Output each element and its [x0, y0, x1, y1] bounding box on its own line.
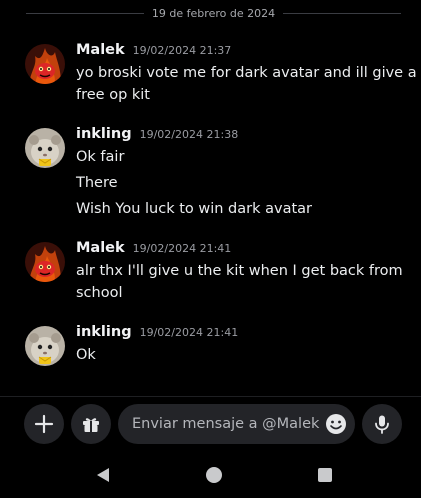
message-text: free op kit — [76, 87, 150, 103]
microphone-icon — [375, 415, 389, 434]
composer-separator — [0, 396, 421, 397]
avatar-malek[interactable] — [25, 242, 65, 282]
message-text: Ok — [76, 347, 96, 363]
hamster-avatar-icon — [25, 128, 65, 168]
plus-icon — [34, 414, 54, 434]
add-attachment-button[interactable] — [24, 404, 64, 444]
message-body: alr thx I'll give u the kit when I get b… — [76, 260, 403, 304]
message-text: Wish You luck to win dark avatar — [76, 201, 312, 217]
message-header: inkling 19/02/2024 21:41 — [76, 324, 238, 342]
username[interactable]: Malek — [76, 240, 125, 256]
emoji-button[interactable] — [325, 413, 347, 435]
avatar-malek[interactable] — [25, 44, 65, 84]
emoji-icon — [326, 414, 346, 434]
recents-square-icon — [318, 468, 332, 482]
message-text: school — [76, 285, 123, 301]
message-timestamp: 19/02/2024 21:41 — [132, 242, 232, 255]
username[interactable]: Malek — [76, 42, 125, 58]
divider-line-right — [283, 12, 402, 14]
message-header: Malek 19/02/2024 21:41 — [76, 240, 231, 258]
message-body: Ok fair There Wish You luck to win dark … — [76, 146, 401, 220]
message-header: inkling 19/02/2024 21:38 — [76, 126, 238, 144]
hamster-avatar-icon — [25, 326, 65, 366]
username[interactable]: inkling — [76, 126, 132, 142]
back-triangle-icon — [97, 468, 109, 482]
username[interactable]: inkling — [76, 324, 132, 340]
fire-creature-avatar-icon — [25, 242, 65, 282]
message-timestamp: 19/02/2024 21:37 — [132, 44, 232, 57]
message-timestamp: 19/02/2024 21:41 — [139, 326, 239, 339]
nav-back-button[interactable] — [91, 466, 115, 484]
message-body: yo broski vote me for dark avatar and il… — [76, 62, 417, 106]
message-timestamp: 19/02/2024 21:38 — [139, 128, 239, 141]
message-input[interactable]: Enviar mensaje a @Malek — [118, 404, 355, 444]
voice-message-button[interactable] — [362, 404, 402, 444]
message-text: Ok fair — [76, 149, 125, 165]
nav-recents-button[interactable] — [313, 466, 337, 484]
message-header: Malek 19/02/2024 21:37 — [76, 42, 231, 60]
avatar-inkling[interactable] — [25, 128, 65, 168]
avatar-inkling[interactable] — [25, 326, 65, 366]
message-text: yo broski vote me for dark avatar and il… — [76, 65, 417, 81]
message-input-placeholder: Enviar mensaje a @Malek — [132, 416, 320, 432]
message-body: Ok — [76, 344, 401, 366]
date-divider-label: 19 de febrero de 2024 — [151, 6, 276, 20]
gift-icon — [83, 418, 99, 432]
fire-creature-avatar-icon — [25, 44, 65, 84]
date-divider: 19 de febrero de 2024 — [26, 4, 402, 22]
message-text: There — [76, 175, 118, 191]
gift-button[interactable] — [71, 404, 111, 444]
home-circle-icon — [206, 467, 222, 483]
nav-home-button[interactable] — [202, 466, 226, 484]
divider-line-left — [26, 12, 144, 14]
message-text: alr thx I'll give u the kit when I get b… — [76, 263, 403, 279]
